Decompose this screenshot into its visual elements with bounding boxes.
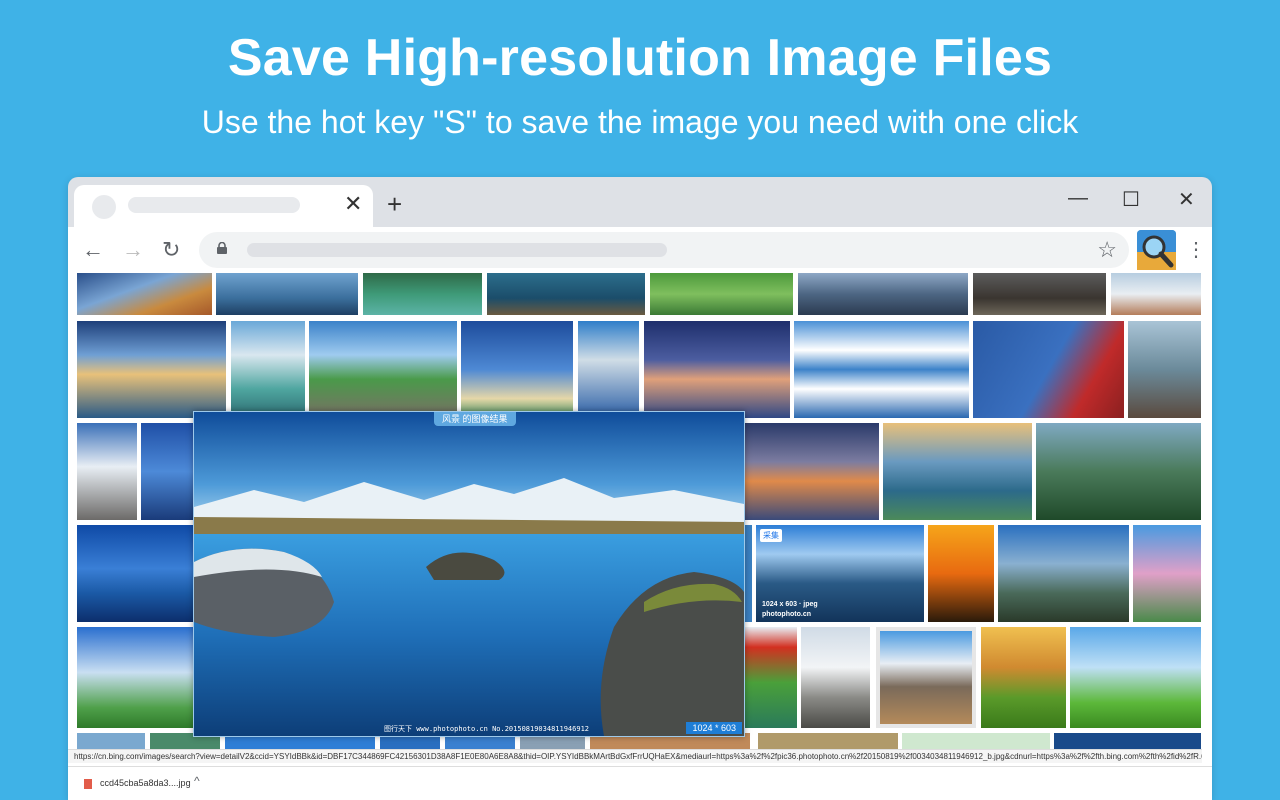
download-bar: ccd45cba5a8da3....jpg ^ — [68, 766, 1212, 800]
image-preview-popup[interactable]: 风景 的图像结果 图行天下 www.photophoto.cn No.20150… — [193, 411, 745, 737]
image-thumbnail[interactable] — [1070, 627, 1201, 728]
image-thumbnail[interactable] — [973, 273, 1106, 315]
image-thumbnail[interactable] — [216, 273, 358, 315]
image-thumbnail[interactable] — [363, 273, 482, 315]
maximize-button[interactable]: ☐ — [1122, 187, 1140, 212]
image-thumbnail[interactable] — [461, 321, 573, 418]
image-thumbnail[interactable] — [745, 627, 797, 728]
bookmark-star-icon[interactable]: ☆ — [1097, 237, 1117, 263]
browser-tab[interactable]: ✕ — [74, 185, 373, 227]
image-thumbnail[interactable] — [758, 733, 898, 749]
image-thumbnail[interactable] — [1054, 733, 1201, 749]
image-thumbnail[interactable] — [1111, 273, 1201, 315]
image-thumbnail[interactable] — [794, 321, 969, 418]
image-source-label[interactable]: photophoto.cn — [762, 611, 811, 618]
image-thumbnail[interactable] — [1128, 321, 1201, 418]
lock-icon — [217, 242, 227, 254]
image-thumbnail[interactable] — [77, 273, 212, 315]
image-thumbnail[interactable] — [876, 627, 976, 728]
image-thumbnail[interactable] — [798, 273, 968, 315]
image-thumbnail[interactable] — [77, 423, 137, 520]
image-results-grid: 采集 1024 x 603 · jpeg photophoto.cn 风景 的图… — [68, 273, 1212, 800]
download-filename[interactable]: ccd45cba5a8da3....jpg — [100, 778, 191, 788]
image-thumbnail[interactable] — [77, 321, 226, 418]
magnifier-icon — [1137, 230, 1176, 270]
image-thumbnail[interactable] — [650, 273, 793, 315]
image-thumbnail[interactable] — [745, 423, 879, 520]
image-thumbnail[interactable] — [928, 525, 994, 622]
image-thumbnail[interactable] — [745, 525, 752, 622]
image-thumbnail[interactable] — [902, 733, 1050, 749]
preview-title-tag: 风景 的图像结果 — [434, 412, 516, 426]
url-placeholder — [247, 243, 667, 257]
tab-close-icon[interactable]: ✕ — [344, 191, 362, 217]
magnifier-extension-button[interactable] — [1137, 230, 1176, 270]
image-thumbnail[interactable] — [77, 627, 193, 728]
browser-toolbar: ← → ↻ ☆ ⋮ — [68, 227, 1212, 273]
subline: Use the hot key "S" to save the image yo… — [201, 104, 1079, 140]
new-tab-button[interactable]: + — [387, 189, 402, 220]
preview-image — [194, 412, 744, 736]
reload-button[interactable]: ↻ — [162, 237, 180, 263]
status-bar-url: https://cn.bing.com/images/search?view=d… — [68, 749, 1202, 763]
image-thumbnail[interactable] — [998, 525, 1129, 622]
browser-window: ✕ + — ☐ ✕ ← → ↻ ☆ ⋮ 采集 1024 x 603 · jpeg… — [68, 177, 1212, 800]
image-thumbnail[interactable] — [231, 321, 305, 418]
close-window-button[interactable]: ✕ — [1178, 187, 1195, 212]
back-button[interactable]: ← — [82, 237, 104, 263]
image-thumbnail[interactable] — [981, 627, 1066, 728]
headline: Save High-resolution Image Files — [227, 29, 1053, 87]
image-thumbnail[interactable] — [77, 525, 193, 622]
file-icon — [84, 779, 92, 789]
address-bar[interactable]: ☆ — [199, 232, 1129, 268]
image-thumbnail[interactable] — [883, 423, 1032, 520]
image-thumbnail[interactable] — [1036, 423, 1201, 520]
download-options-chevron-icon[interactable]: ^ — [194, 774, 200, 788]
preview-watermark: 图行天下 www.photophoto.cn No.20150819034811… — [384, 725, 590, 733]
browser-menu-icon[interactable]: ⋮ — [1186, 237, 1206, 262]
image-size-label: 1024 x 603 · jpeg — [762, 601, 818, 608]
image-thumbnail-hovered[interactable]: 采集 1024 x 603 · jpeg photophoto.cn — [756, 525, 924, 622]
image-thumbnail[interactable] — [141, 423, 196, 520]
image-thumbnail[interactable] — [578, 321, 639, 418]
image-thumbnail[interactable] — [644, 321, 790, 418]
minimize-button[interactable]: — — [1068, 187, 1088, 210]
image-thumbnail[interactable] — [77, 733, 145, 749]
image-thumbnail[interactable] — [973, 321, 1124, 418]
image-thumbnail[interactable] — [801, 627, 870, 728]
image-thumbnail[interactable] — [1133, 525, 1201, 622]
preview-resolution-badge: 1024 * 603 — [686, 722, 742, 734]
collect-tag[interactable]: 采集 — [760, 529, 782, 542]
image-thumbnail[interactable] — [487, 273, 645, 315]
tab-title-placeholder — [128, 197, 300, 213]
tab-favicon-placeholder — [92, 195, 116, 219]
forward-button[interactable]: → — [122, 237, 144, 263]
image-thumbnail[interactable] — [309, 321, 457, 418]
